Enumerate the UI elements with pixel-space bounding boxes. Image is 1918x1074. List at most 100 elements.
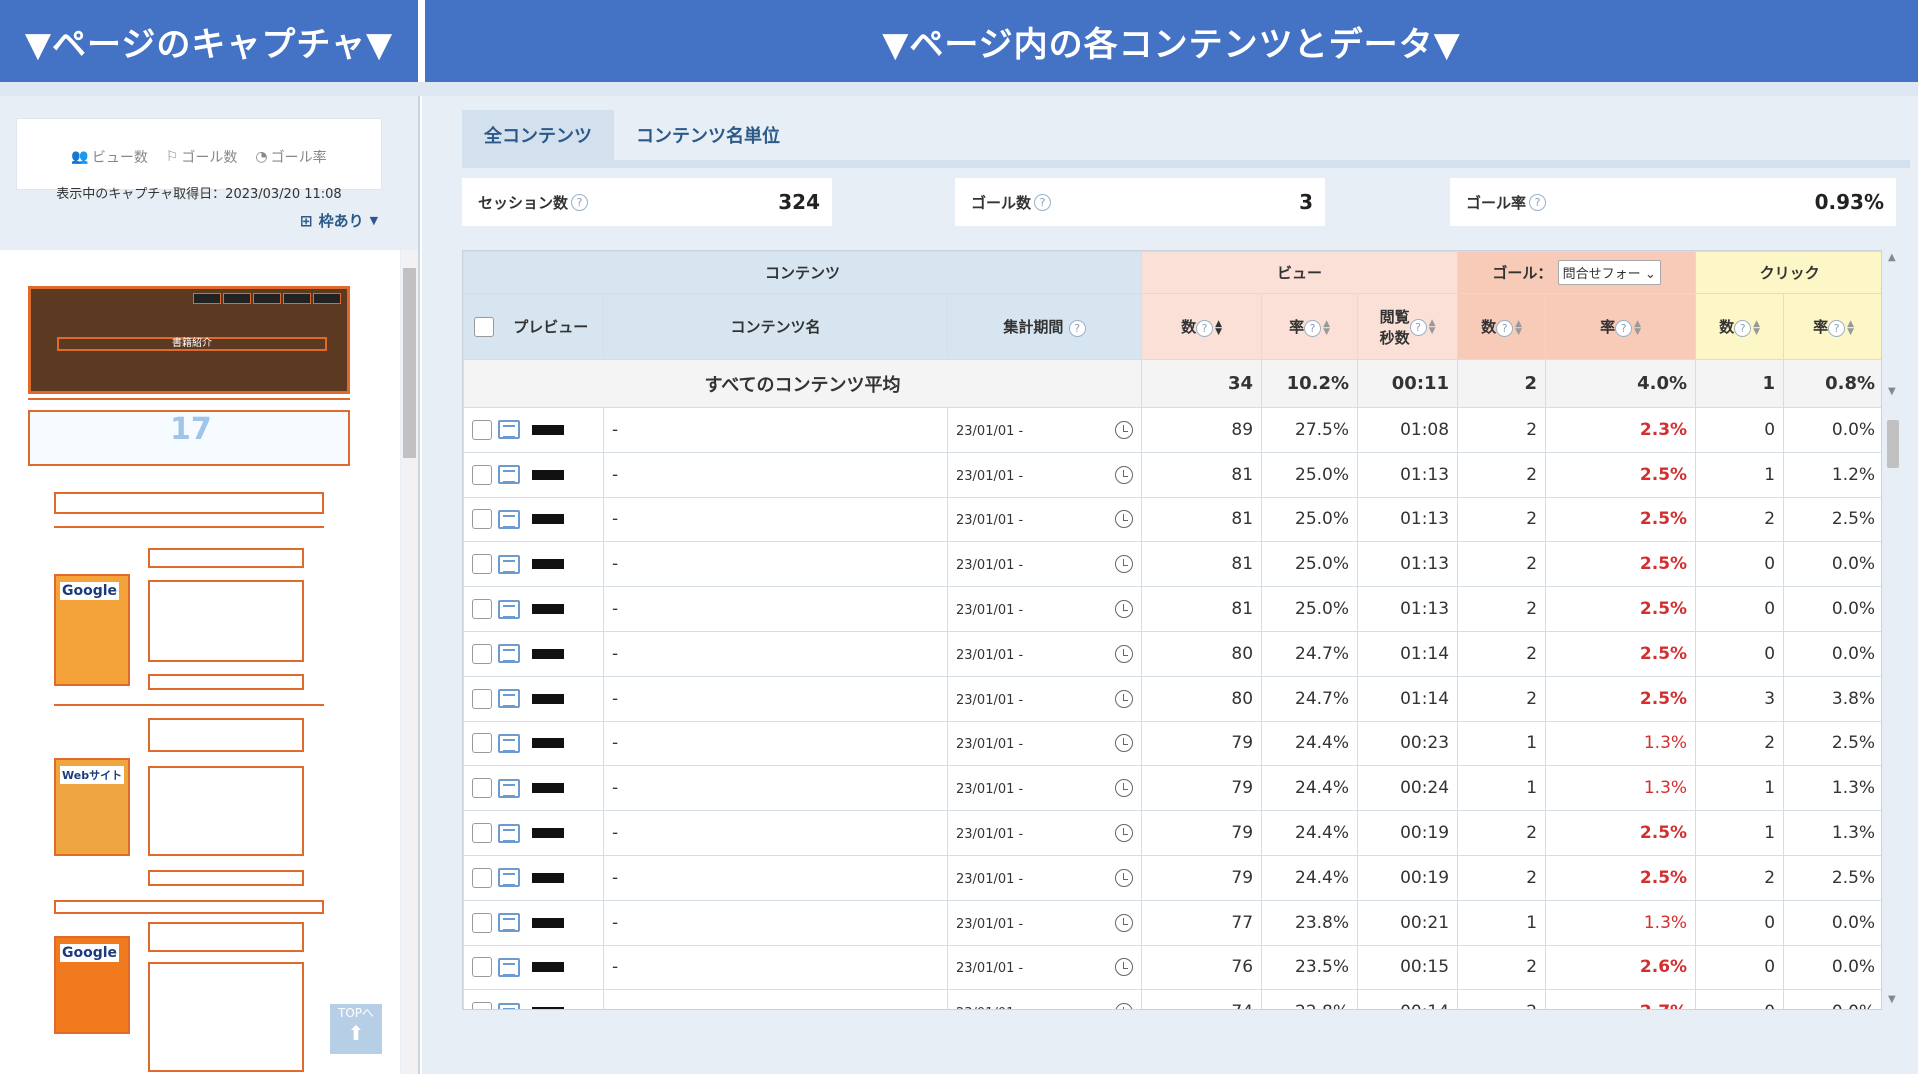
content-thumbnail[interactable] [532, 828, 564, 839]
content-name[interactable]: - [603, 630, 948, 677]
document-icon[interactable] [498, 778, 520, 798]
sort-icon[interactable]: ▲ ▼ [1847, 319, 1854, 336]
thumb-section-frame[interactable] [54, 900, 324, 914]
help-icon[interactable]: ? [1409, 319, 1427, 336]
document-icon[interactable] [498, 644, 520, 664]
thumb-link-frame[interactable] [148, 870, 304, 886]
scroll-down-icon[interactable]: ▼ [1888, 994, 1896, 1005]
table-row[interactable]: -23/01/01 -79 24.4% 00:24 1 1.3% 1 1.3% [463, 765, 1881, 812]
content-name[interactable]: - [603, 675, 948, 722]
row-checkbox[interactable] [472, 554, 492, 575]
help-icon[interactable]: ? [1496, 320, 1514, 337]
clock-icon[interactable] [1115, 1003, 1134, 1009]
table-row[interactable]: -23/01/01 - 77 23.8% 00:21 1 1.3% 0 0.0% [463, 899, 1881, 946]
tab-all-contents[interactable]: 全コンテンツ [462, 110, 614, 160]
document-icon[interactable] [498, 913, 520, 933]
row-checkbox[interactable] [472, 912, 492, 933]
clock-icon[interactable] [1115, 868, 1134, 887]
thumb-text-frame[interactable] [148, 580, 304, 662]
tab-content-name-unit[interactable]: コンテンツ名単位 [614, 110, 802, 160]
book-cover-frame[interactable]: Google [54, 574, 130, 686]
click-count-header[interactable]: 数? ▲ ▼ [1695, 293, 1785, 360]
help-icon[interactable]: ? [1615, 320, 1633, 337]
sort-icon[interactable]: ▲ ▼ [1215, 319, 1222, 336]
page-capture-preview[interactable]: 書籍紹介 17 Google Webサイト Google [0, 250, 400, 1074]
content-thumbnail[interactable] [532, 604, 564, 615]
table-row[interactable]: -23/01/01 - 76 23.5% 00:15 2 2.6% 0 0.0% [463, 944, 1881, 991]
sort-icon[interactable]: ▲ ▼ [1753, 319, 1760, 336]
content-thumbnail[interactable] [532, 514, 564, 525]
content-thumbnail[interactable] [532, 693, 564, 704]
content-thumbnail[interactable] [532, 872, 564, 883]
help-icon[interactable]: ? [1196, 320, 1214, 337]
content-name[interactable]: - [603, 899, 948, 946]
content-name[interactable]: - [603, 810, 948, 856]
document-icon[interactable] [498, 554, 520, 574]
content-thumbnail[interactable] [532, 783, 564, 794]
content-name[interactable]: - [603, 451, 948, 498]
table-row[interactable]: -23/01/01 - 89 27.5% 01:08 2 2.3% 0 0.0% [463, 407, 1881, 453]
content-thumbnail[interactable] [532, 559, 564, 570]
document-icon[interactable] [498, 689, 520, 709]
sort-icon[interactable]: ▲ ▼ [1515, 319, 1522, 336]
content-name[interactable]: - [603, 854, 948, 901]
table-row[interactable]: -23/01/01 -79 24.4% 00:19 2 2.5% 2 2.5% [463, 854, 1881, 901]
row-checkbox[interactable] [472, 823, 492, 844]
help-icon[interactable]: ? [1828, 320, 1846, 337]
row-checkbox[interactable] [472, 464, 492, 485]
preview-scrollbar[interactable] [401, 250, 418, 1074]
content-thumbnail[interactable] [532, 424, 564, 435]
clock-icon[interactable] [1115, 913, 1134, 932]
document-icon[interactable] [498, 599, 520, 619]
goal-count-header[interactable]: 数? ▲ ▼ [1457, 293, 1547, 360]
help-icon[interactable]: ? [571, 193, 589, 211]
document-icon[interactable] [498, 465, 520, 485]
content-name[interactable]: - [603, 586, 948, 632]
thumb-section-frame[interactable] [54, 492, 324, 514]
clock-icon[interactable] [1115, 734, 1134, 753]
content-thumbnail[interactable] [532, 917, 564, 928]
book-cover-frame[interactable]: Google [54, 936, 130, 1034]
goal-rate-header[interactable]: 率? ▲ ▼ [1545, 293, 1697, 360]
contents-table-container[interactable]: コンテンツ ビュー ゴール： 問合せフォー ⌄ クリック プレビュー コンテンツ… [462, 250, 1882, 1010]
document-icon[interactable] [498, 1002, 520, 1009]
row-checkbox[interactable] [472, 957, 492, 978]
clock-icon[interactable] [1115, 689, 1134, 708]
clock-icon[interactable] [1115, 779, 1134, 798]
clock-icon[interactable] [1115, 958, 1134, 977]
content-name[interactable]: - [603, 720, 948, 767]
clock-icon[interactable] [1115, 510, 1134, 529]
top-button[interactable]: TOPへ ⬆ [330, 1004, 382, 1054]
period-header[interactable]: 集計期間 ? [946, 293, 1143, 360]
table-row[interactable]: -23/01/01 - 79 24.4% 00:23 1 1.3% 2 2.5% [463, 720, 1881, 767]
table-row[interactable]: - 23/01/01 - 7422.8%00:1422.7%00.0% [463, 989, 1881, 1009]
sort-icon[interactable]: ▲ ▼ [1429, 318, 1436, 335]
row-checkbox[interactable] [472, 778, 492, 799]
document-icon[interactable] [498, 868, 520, 888]
view-count-header[interactable]: 数? ▲ ▼ [1141, 293, 1263, 360]
name-header[interactable]: コンテンツ名 [603, 293, 948, 360]
row-checkbox[interactable] [472, 599, 492, 620]
table-scrollbar[interactable]: ▲ ▼ ▼ [1884, 250, 1902, 1010]
document-icon[interactable] [498, 823, 520, 843]
document-icon[interactable] [498, 420, 520, 440]
click-rate-header[interactable]: 率? ▲ ▼ [1783, 293, 1881, 360]
clock-icon[interactable] [1115, 600, 1134, 619]
view-rate-header[interactable]: 率? ▲ ▼ [1261, 293, 1359, 360]
table-row[interactable]: -23/01/01 - 81 25.0% 01:13 2 2.5% 0 0.0% [463, 541, 1881, 588]
help-icon[interactable]: ? [1304, 320, 1322, 337]
help-icon[interactable]: ? [1068, 320, 1086, 337]
row-checkbox[interactable] [472, 688, 492, 709]
content-thumbnail[interactable] [532, 738, 564, 749]
sort-icon[interactable]: ▲ ▼ [1634, 319, 1641, 336]
metric-goals-option[interactable]: ⚐ ゴール数 [166, 147, 238, 167]
content-thumbnail[interactable] [532, 469, 564, 480]
clock-icon[interactable] [1115, 555, 1134, 574]
thumb-link-frame[interactable] [148, 674, 304, 690]
content-thumbnail[interactable] [532, 648, 564, 659]
row-checkbox[interactable] [472, 419, 492, 440]
thumb-text-frame[interactable] [148, 922, 304, 952]
thumb-header-frame[interactable]: 書籍紹介 [28, 286, 350, 394]
row-checkbox[interactable] [472, 509, 492, 530]
row-checkbox[interactable] [472, 643, 492, 664]
